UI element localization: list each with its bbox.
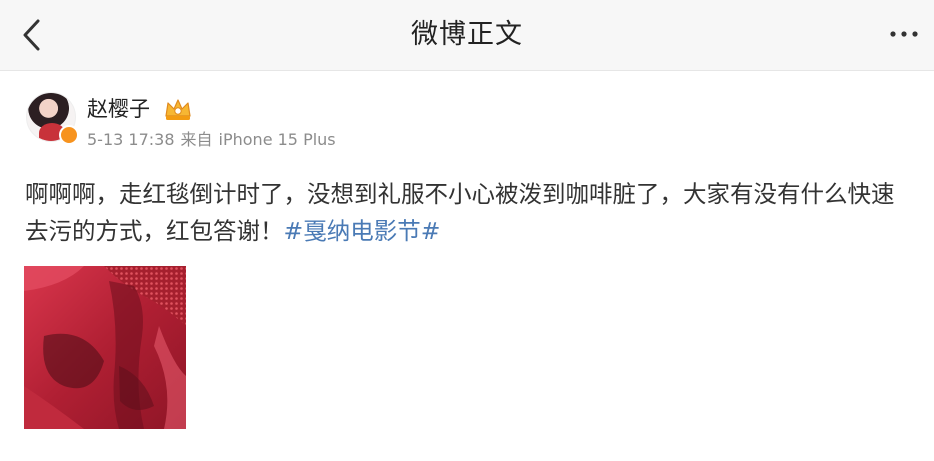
post-source-prefix: 来自: [180, 130, 213, 149]
more-options-button[interactable]: [888, 22, 920, 46]
post-text: 啊啊啊，走红毯倒计时了，没想到礼服不小心被泼到咖啡脏了，大家有没有什么快速去污的…: [25, 180, 895, 245]
crown-badge-icon[interactable]: [163, 96, 193, 122]
weibo-post-page: 微博正文 赵樱子 5-13 17:38 来自 iPhone 15 Plus 啊啊啊，…: [0, 0, 934, 461]
post-source-device: iPhone 15 Plus: [218, 130, 336, 149]
post-author-header: 赵樱子 5-13 17:38 来自 iPhone 15 Plus: [26, 92, 906, 150]
post-meta: 5-13 17:38 来自 iPhone 15 Plus: [87, 130, 342, 150]
author-name[interactable]: 赵樱子: [87, 96, 150, 122]
crown-shape: [165, 99, 191, 120]
post-body-text: 啊啊啊，走红毯倒计时了，没想到礼服不小心被泼到咖啡脏了，大家有没有什么快速去污的…: [25, 176, 915, 250]
hashtag-link[interactable]: #戛纳电影节#: [284, 217, 441, 245]
ellipsis-icon: [890, 31, 918, 37]
red-dress-photo: [24, 266, 186, 429]
post-image-thumbnail[interactable]: [24, 266, 186, 429]
top-navigation-bar: 微博正文: [0, 0, 934, 71]
post-timestamp: 5-13 17:38: [87, 130, 175, 149]
verified-badge-icon: [59, 125, 79, 145]
page-title: 微博正文: [411, 19, 523, 50]
